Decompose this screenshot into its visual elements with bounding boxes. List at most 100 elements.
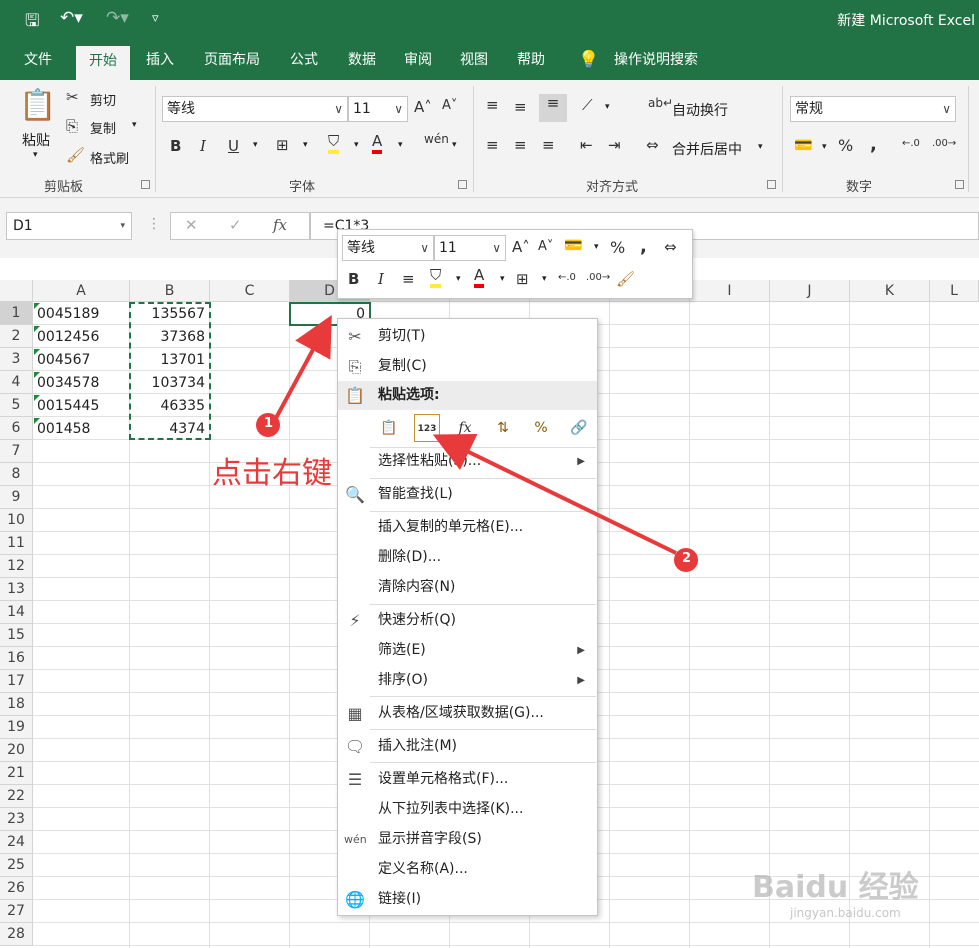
font-launcher-icon[interactable]: [458, 180, 467, 189]
increase-font-icon[interactable]: A˄: [512, 238, 530, 256]
row-header[interactable]: 17: [0, 670, 33, 693]
menu-pick-list[interactable]: 从下拉列表中选择(K)...: [338, 795, 597, 824]
font-color-dropdown-icon[interactable]: ▾: [500, 274, 505, 284]
copy-button[interactable]: 复制: [90, 118, 116, 137]
enter-icon[interactable]: ✓: [229, 216, 242, 234]
paste-formatting-icon[interactable]: %: [528, 414, 554, 442]
decrease-font-icon[interactable]: A˅: [538, 239, 553, 254]
row-header[interactable]: 10: [0, 509, 33, 532]
row-header[interactable]: 5: [0, 394, 33, 417]
tab-view[interactable]: 视图: [450, 40, 498, 80]
row-header[interactable]: 18: [0, 693, 33, 716]
menu-link[interactable]: 🌐 链接(I): [338, 885, 597, 914]
row-header[interactable]: 19: [0, 716, 33, 739]
alignment-launcher-icon[interactable]: [767, 180, 776, 189]
chevron-down-icon[interactable]: ∨: [942, 97, 951, 121]
row-header[interactable]: 2: [0, 325, 33, 348]
row-header[interactable]: 26: [0, 877, 33, 900]
orientation-icon[interactable]: ⟋: [582, 96, 593, 114]
paste-default-icon[interactable]: 📋: [376, 414, 402, 442]
paste-formulas-icon[interactable]: fx: [452, 414, 478, 442]
row-header[interactable]: 16: [0, 647, 33, 670]
align-top-icon[interactable]: ≡: [486, 96, 499, 114]
fill-color-icon[interactable]: ⛉: [430, 266, 442, 288]
mini-italic-button[interactable]: I: [378, 270, 384, 288]
menu-delete[interactable]: 删除(D)...: [338, 543, 597, 572]
align-right-icon[interactable]: ≡: [542, 136, 555, 154]
tell-me-search[interactable]: 操作说明搜索: [606, 40, 706, 80]
column-header[interactable]: B: [130, 280, 210, 302]
align-left-icon[interactable]: ≡: [486, 136, 499, 154]
menu-get-data[interactable]: ▦ 从表格/区域获取数据(G)...: [338, 699, 597, 728]
copy-dropdown-icon[interactable]: ▾: [132, 120, 137, 130]
decrease-decimal-icon[interactable]: .00→: [586, 272, 610, 283]
cell-a5[interactable]: 0015445: [34, 395, 102, 418]
redo-icon[interactable]: ↷▾: [106, 8, 129, 28]
customize-icon[interactable]: ▿: [152, 11, 159, 26]
decrease-indent-icon[interactable]: ⇤: [580, 136, 593, 154]
cell-a2[interactable]: 0012456: [34, 326, 102, 349]
bold-button[interactable]: B: [170, 137, 181, 155]
name-box-dropdown-icon[interactable]: ▾: [120, 213, 125, 239]
clipboard-launcher-icon[interactable]: [141, 180, 150, 189]
row-header[interactable]: 8: [0, 463, 33, 486]
tab-help[interactable]: 帮助: [507, 40, 555, 80]
paste-button[interactable]: 粘贴: [22, 130, 50, 150]
paste-transpose-icon[interactable]: ⇅: [490, 414, 516, 442]
row-header[interactable]: 15: [0, 624, 33, 647]
merge-dropdown-icon[interactable]: ▾: [758, 142, 763, 152]
menu-copy[interactable]: ⎘ 复制(C): [338, 352, 597, 381]
underline-button[interactable]: U: [228, 137, 239, 155]
cell-a6[interactable]: 001458: [34, 418, 93, 441]
align-bottom-icon[interactable]: ≡: [539, 94, 567, 122]
align-middle-icon[interactable]: ≡: [514, 98, 527, 116]
wrap-text-button[interactable]: 自动换行: [672, 100, 728, 120]
increase-decimal-icon[interactable]: ←.0: [558, 272, 576, 283]
menu-filter[interactable]: 筛选(E) ▶: [338, 636, 597, 665]
cell-a3[interactable]: 004567: [34, 349, 93, 372]
column-header[interactable]: I: [690, 280, 770, 302]
row-header[interactable]: 20: [0, 739, 33, 762]
fill-color-icon[interactable]: ⛉: [328, 132, 340, 154]
undo-icon[interactable]: ↶▾: [60, 8, 83, 28]
menu-phonetic[interactable]: wén 显示拼音字段(S): [338, 825, 597, 854]
chevron-down-icon[interactable]: ∨: [420, 236, 429, 260]
currency-icon[interactable]: 💳: [794, 136, 813, 154]
column-header[interactable]: J: [770, 280, 850, 302]
mini-percent-button[interactable]: %: [610, 238, 625, 257]
format-painter-icon[interactable]: 🖌: [616, 270, 635, 288]
align-center-icon[interactable]: ≡: [402, 270, 415, 288]
phonetic-dropdown-icon[interactable]: ▾: [452, 140, 457, 150]
percent-button[interactable]: %: [838, 136, 853, 155]
cancel-icon[interactable]: ✕: [185, 216, 198, 234]
paste-link-icon[interactable]: 🔗: [566, 414, 592, 442]
comma-button[interactable]: ,: [870, 134, 877, 155]
menu-clear-contents[interactable]: 清除内容(N): [338, 573, 597, 602]
row-header[interactable]: 14: [0, 601, 33, 624]
column-header[interactable]: K: [850, 280, 930, 302]
tab-formulas[interactable]: 公式: [280, 40, 328, 80]
row-header[interactable]: 7: [0, 440, 33, 463]
column-header[interactable]: C: [210, 280, 290, 302]
currency-icon[interactable]: 💳: [564, 236, 583, 254]
chevron-down-icon[interactable]: ∨: [394, 97, 403, 121]
row-header[interactable]: 21: [0, 762, 33, 785]
chevron-down-icon[interactable]: ∨: [492, 236, 501, 260]
insert-function-icon[interactable]: fx: [273, 216, 287, 234]
font-color-icon[interactable]: A: [474, 266, 485, 288]
merge-icon[interactable]: ⇔: [664, 238, 677, 256]
menu-insert-comment[interactable]: 🗨 插入批注(M): [338, 732, 597, 761]
row-header[interactable]: 3: [0, 348, 33, 371]
number-launcher-icon[interactable]: [955, 180, 964, 189]
select-all-corner[interactable]: [0, 280, 33, 302]
paste-icon[interactable]: 📋: [18, 88, 58, 128]
row-header[interactable]: 6: [0, 417, 33, 440]
row-header[interactable]: 13: [0, 578, 33, 601]
font-color-dropdown-icon[interactable]: ▾: [398, 140, 403, 150]
row-header[interactable]: 28: [0, 923, 33, 946]
cell-a1[interactable]: 0045189: [34, 303, 102, 326]
row-header[interactable]: 24: [0, 831, 33, 854]
row-header[interactable]: 22: [0, 785, 33, 808]
borders-icon[interactable]: ⊞: [276, 136, 289, 154]
tab-file[interactable]: 文件: [10, 40, 66, 80]
